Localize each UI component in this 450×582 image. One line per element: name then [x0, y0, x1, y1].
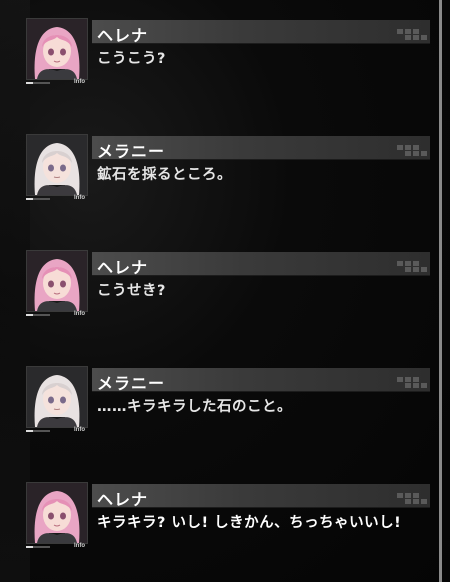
- bond-gauge: [26, 198, 50, 200]
- info-label[interactable]: Info: [74, 543, 85, 549]
- dialogue-text: ……キラキラした石のこと。: [97, 399, 292, 415]
- helena-avatar-icon: [27, 251, 87, 311]
- dialogue-text: 鉱石を採るところ。: [97, 167, 232, 183]
- melanie-avatar-icon: [27, 367, 87, 427]
- melanie-avatar-icon: [27, 135, 87, 195]
- dialogue-text: こうこう?: [97, 51, 166, 67]
- speaker-name: ヘレナ: [97, 26, 149, 45]
- dialogue-text: こうせき?: [97, 283, 166, 299]
- bond-gauge: [26, 430, 50, 432]
- portrait-helena[interactable]: [26, 250, 88, 312]
- bond-gauge: [26, 314, 50, 316]
- portrait-melanie[interactable]: [26, 366, 88, 428]
- name-bar-decoration-icon: [377, 23, 427, 40]
- dialogue-text: キラキラ? いし! しきかん、ちっちゃいいし!: [97, 515, 402, 531]
- dialogue-log[interactable]: Info ヘレナ こうこう? Info メラニー 鉱石を採るところ。 Info …: [0, 0, 440, 582]
- bond-gauge: [26, 546, 50, 548]
- portrait-helena[interactable]: [26, 482, 88, 544]
- speaker-name: メラニー: [97, 374, 166, 393]
- helena-avatar-icon: [27, 19, 87, 79]
- name-bar-decoration-icon: [377, 139, 427, 156]
- speaker-name: ヘレナ: [97, 258, 149, 277]
- bond-gauge: [26, 82, 50, 84]
- speaker-name-bar: ヘレナ: [92, 484, 430, 509]
- speaker-name: メラニー: [97, 142, 166, 161]
- speaker-name-bar: ヘレナ: [92, 252, 430, 277]
- speaker-name-bar: メラニー: [92, 368, 430, 393]
- info-label[interactable]: Info: [74, 195, 85, 201]
- speaker-name-bar: ヘレナ: [92, 20, 430, 45]
- info-label[interactable]: Info: [74, 79, 85, 85]
- name-bar-decoration-icon: [377, 487, 427, 504]
- helena-avatar-icon: [27, 483, 87, 543]
- info-label[interactable]: Info: [74, 311, 85, 317]
- info-label[interactable]: Info: [74, 427, 85, 433]
- portrait-melanie[interactable]: [26, 134, 88, 196]
- name-bar-decoration-icon: [377, 371, 427, 388]
- name-bar-decoration-icon: [377, 255, 427, 272]
- speaker-name-bar: メラニー: [92, 136, 430, 161]
- portrait-helena[interactable]: [26, 18, 88, 80]
- log-scrollbar[interactable]: [439, 0, 442, 582]
- speaker-name: ヘレナ: [97, 490, 149, 509]
